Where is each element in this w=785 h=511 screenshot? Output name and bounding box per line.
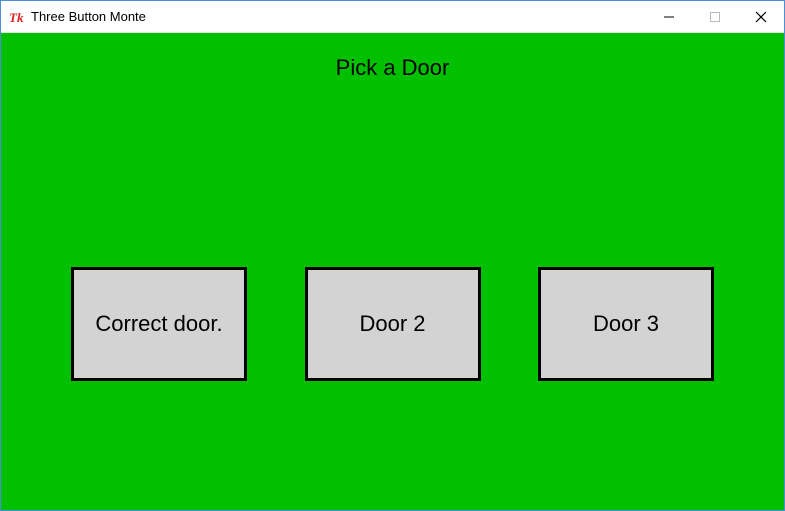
window-controls (646, 1, 784, 32)
close-button[interactable] (738, 1, 784, 32)
window-title: Three Button Monte (31, 9, 146, 24)
prompt-label: Pick a Door (1, 55, 784, 81)
door-3-button[interactable]: Door 3 (538, 267, 714, 381)
maximize-button[interactable] (692, 1, 738, 32)
door-row: Correct door. Door 2 Door 3 (71, 267, 714, 381)
svg-text:Tk: Tk (9, 10, 24, 25)
door-1-button[interactable]: Correct door. (71, 267, 247, 381)
tk-icon: Tk (9, 9, 25, 25)
minimize-button[interactable] (646, 1, 692, 32)
app-window: Tk Three Button Monte Pick a Door Correc… (0, 0, 785, 511)
client-area: Pick a Door Correct door. Door 2 Door 3 (1, 33, 784, 510)
door-2-button[interactable]: Door 2 (305, 267, 481, 381)
titlebar: Tk Three Button Monte (1, 1, 784, 33)
